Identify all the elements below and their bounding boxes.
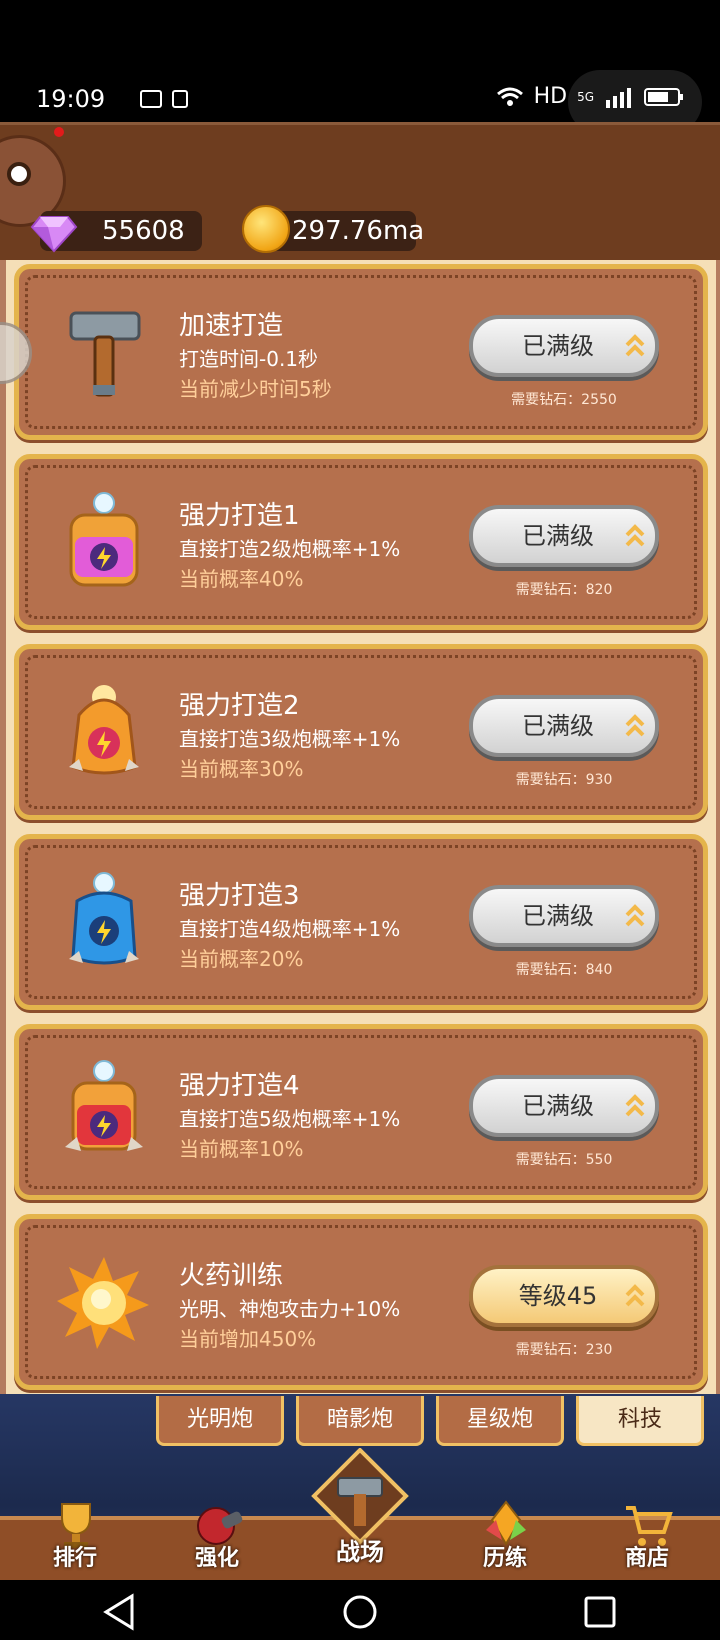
tab-shadow-cannon[interactable]: 暗影炮	[296, 1396, 424, 1446]
gold-counter: 297.76ma	[242, 205, 424, 253]
upgrade-cost: 需要钻石：230	[515, 1342, 613, 1358]
upgrade-desc: 直接打造3级炮概率+1%	[179, 727, 401, 751]
upgrade-current: 当前概率40%	[179, 567, 304, 591]
network-type: HD	[533, 84, 568, 109]
nav-label: 排行	[52, 1546, 97, 1571]
upgrade-current: 当前增加450%	[179, 1327, 317, 1351]
upgrade-button[interactable]: 已满级	[469, 695, 659, 757]
upgrade-desc: 光明、神炮攻击力+10%	[179, 1297, 401, 1321]
upgrade-list[interactable]: 加速打造 打造时间-0.1秒 当前减少时间5秒 已满级 需要钻石：2550 强力…	[6, 260, 716, 1516]
upgrade-cost: 需要钻石：820	[515, 582, 613, 598]
diamond-icon	[30, 216, 78, 253]
yellow-capsule-icon	[69, 492, 139, 587]
upgrade-current: 当前概率30%	[179, 757, 304, 781]
upgrade-button[interactable]: 已满级	[469, 885, 659, 947]
notification-dot	[54, 127, 64, 137]
clock: 19:09	[36, 85, 106, 113]
upgrade-desc: 直接打造5级炮概率+1%	[179, 1107, 401, 1131]
blue-capsule-icon	[69, 872, 139, 965]
nav-label: 强化	[194, 1546, 239, 1571]
diamond-counter: 55608	[30, 211, 202, 253]
upgrade-title: 强力打造2	[179, 691, 300, 721]
nav-battle[interactable]: 战场	[306, 1448, 414, 1574]
signal-icon	[606, 87, 631, 108]
chevron-up-icon	[625, 714, 645, 737]
status-bar: 19:09 HD 5G	[0, 0, 720, 134]
upgrade-current: 当前减少时间5秒	[179, 377, 332, 401]
gold-count: 297.76ma	[292, 216, 425, 246]
system-nav-bar	[0, 1580, 720, 1640]
nav-training[interactable]: 历练	[450, 1500, 560, 1574]
notification-icons	[140, 90, 188, 108]
back-icon[interactable]	[100, 1592, 140, 1632]
red-capsule-icon	[65, 1060, 143, 1151]
upgrade-card: 火药训练 光明、神炮攻击力+10% 当前增加450% 等级45 需要钻石：230	[14, 1214, 708, 1390]
upgrade-desc: 直接打造4级炮概率+1%	[179, 917, 401, 941]
resource-bar: 55608 297.76ma	[0, 122, 720, 260]
upgrade-cost: 需要钻石：550	[515, 1152, 613, 1168]
chevron-up-icon	[625, 904, 645, 927]
upgrade-title: 火药训练	[179, 1261, 284, 1291]
upgrade-cost: 需要钻石：840	[515, 962, 613, 978]
upgrade-button-label: 已满级	[522, 1092, 594, 1120]
upgrade-button-label: 已满级	[522, 522, 594, 550]
tab-tech[interactable]: 科技	[576, 1396, 704, 1446]
upgrade-cost: 需要钻石：930	[515, 772, 613, 788]
upgrade-desc: 打造时间-0.1秒	[179, 347, 319, 371]
upgrade-button[interactable]: 已满级	[469, 1075, 659, 1137]
a-icon	[172, 90, 188, 108]
upgrade-title: 强力打造1	[179, 501, 300, 531]
chevron-up-icon	[625, 524, 645, 547]
nav-label: 商店	[624, 1546, 669, 1571]
nav-shop[interactable]: 商店	[592, 1500, 702, 1574]
signal-type: 5G	[577, 89, 594, 104]
upgrade-button-label: 已满级	[522, 902, 594, 930]
upgrade-button-label: 已满级	[522, 332, 594, 360]
nav-label: 战场	[336, 1538, 384, 1566]
gold-coin-icon	[242, 205, 290, 253]
upgrade-button-label: 等级45	[518, 1282, 598, 1310]
orange-capsule-icon	[69, 685, 139, 775]
eye	[7, 162, 31, 186]
upgrade-button[interactable]: 等级45	[469, 1265, 659, 1327]
upgrade-card: 强力打造3 直接打造4级炮概率+1% 当前概率20% 已满级 需要钻石：840	[14, 834, 708, 1010]
sub-tabs: 光明炮 暗影炮 星级炮 科技	[156, 1396, 704, 1446]
game-frame: 55608 297.76ma 加速打造 打造时间-0.1秒 当前减少时间5秒 已…	[0, 122, 720, 1580]
upgrade-current: 当前概率10%	[179, 1137, 304, 1161]
upgrade-title: 强力打造4	[179, 1071, 300, 1101]
gamepad-icon	[140, 90, 162, 108]
chevron-up-icon	[625, 334, 645, 357]
chevron-up-icon	[625, 1284, 645, 1307]
bottom-area: 光明炮 暗影炮 星级炮 科技 排行 强化 战场 历练 商店	[0, 1394, 720, 1580]
tab-light-cannon[interactable]: 光明炮	[156, 1396, 284, 1446]
home-icon[interactable]	[340, 1592, 380, 1632]
upgrade-cost: 需要钻石：2550	[511, 392, 617, 408]
chevron-up-icon	[625, 1094, 645, 1117]
upgrade-card: 强力打造4 直接打造5级炮概率+1% 当前概率10% 已满级 需要钻石：550	[14, 1024, 708, 1200]
hammer-icon	[69, 311, 141, 397]
explosion-icon	[57, 1257, 149, 1349]
recents-icon[interactable]	[580, 1592, 620, 1632]
upgrade-card: 加速打造 打造时间-0.1秒 当前减少时间5秒 已满级 需要钻石：2550	[14, 264, 708, 440]
screen: { "status_bar": {"time": "19:09", "netwo…	[0, 0, 720, 1640]
upgrade-button[interactable]: 已满级	[469, 505, 659, 567]
tab-star-cannon[interactable]: 星级炮	[436, 1396, 564, 1446]
battery-icon	[644, 87, 683, 106]
upgrade-current: 当前概率20%	[179, 947, 304, 971]
upgrade-title: 强力打造3	[179, 881, 300, 911]
upgrade-desc: 直接打造2级炮概率+1%	[179, 537, 401, 561]
upgrade-button[interactable]: 已满级	[469, 315, 659, 377]
upgrade-button-label: 已满级	[522, 712, 594, 740]
upgrade-card: 强力打造1 直接打造2级炮概率+1% 当前概率40% 已满级 需要钻石：820	[14, 454, 708, 630]
wifi-icon	[496, 87, 523, 106]
upgrade-card: 强力打造2 直接打造3级炮概率+1% 当前概率30% 已满级 需要钻石：930	[14, 644, 708, 820]
diamond-count: 55608	[102, 216, 185, 246]
nav-ranking[interactable]: 排行	[20, 1500, 130, 1574]
nav-enhance[interactable]: 强化	[162, 1500, 272, 1574]
nav-label: 历练	[482, 1546, 527, 1571]
status-icons: HD 5G	[496, 84, 684, 109]
upgrade-title: 加速打造	[179, 311, 284, 341]
